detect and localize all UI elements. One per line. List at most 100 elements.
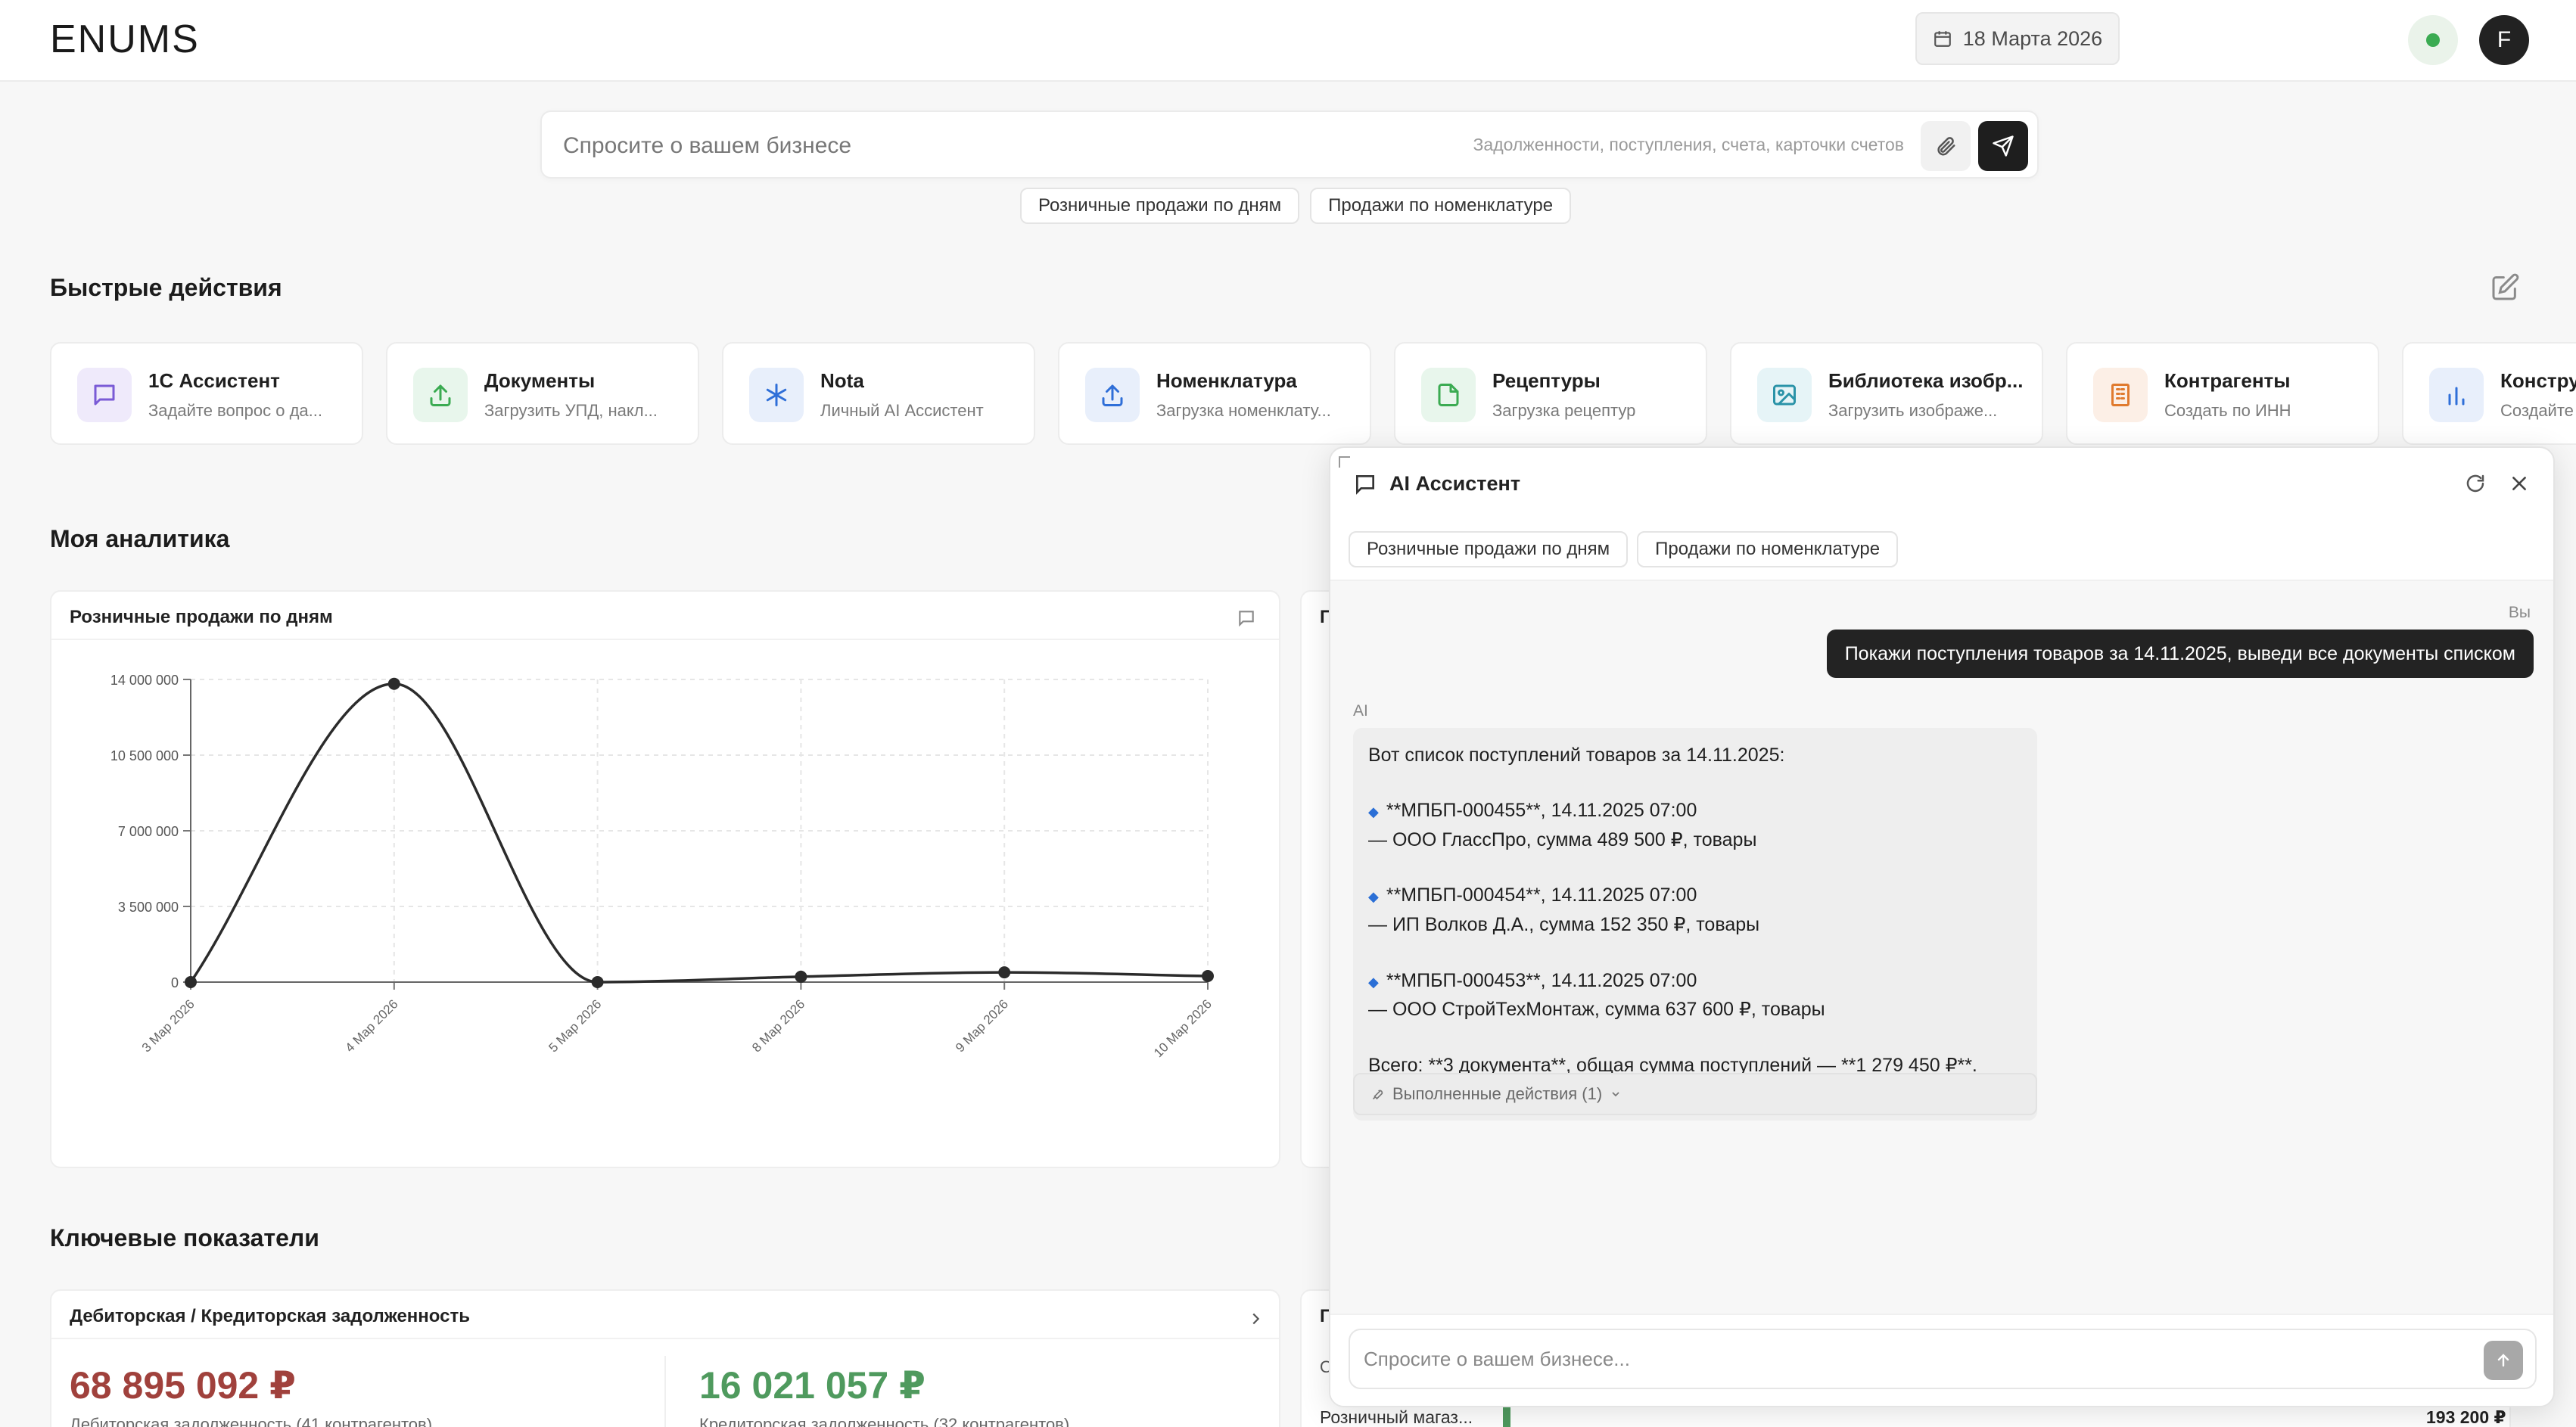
quick-action-subtitle: Личный AI Ассистент [820,401,984,420]
x-tick-label: 3 Мар 2026 [139,996,198,1055]
debt-card[interactable]: Дебиторская / Кредиторская задолженность… [50,1289,1280,1427]
quick-action-card[interactable]: Документы Загрузить УПД, накл... [386,342,699,445]
search-suggestions: Розничные продажи по дням Продажи по ном… [1020,188,1572,224]
quick-action-subtitle: Загрузка рецептур [1492,401,1636,420]
quick-action-title: 1С Ассистент [148,369,280,392]
kpi-title: Ключевые показатели [50,1224,319,1251]
top-bar: ENUMS 18 Марта 2026 F [0,0,2576,82]
quick-actions-row: 1С Ассистент Задайте вопрос о да... Докуме… [50,342,2576,445]
quick-action-icon-bg [1757,368,1812,422]
ai-suggestion-chip[interactable]: Розничные продажи по дням [1349,531,1629,567]
quick-action-title: Документы [484,369,596,392]
close-icon[interactable] [2509,474,2529,493]
ai-suggestions: Розничные продажи по дням Продажи по ном… [1349,531,1899,567]
chat-icon [1356,475,1374,495]
data-point [591,976,604,988]
arrow-up-icon [2497,1354,2509,1367]
quick-action-card[interactable]: Nota Личный AI Ассистент [722,342,1035,445]
quick-action-subtitle: Задайте вопрос о да... [148,401,322,420]
ai-message-line: ◆ **МПБП-000454**, 14.11.2025 07:00 [1368,881,2022,911]
chevron-right-icon[interactable] [1247,1310,1264,1327]
comment-icon[interactable] [1237,608,1256,628]
quick-action-title: Контрагенты [2164,369,2291,392]
ai-message-line [1368,854,2022,882]
ai-send-button[interactable] [2484,1341,2523,1380]
x-tick-label: 10 Мар 2026 [1151,996,1215,1060]
upload-icon [1102,384,1123,406]
divider [51,1338,1279,1339]
series-line [189,682,1209,984]
quick-action-card[interactable]: Контрагенты Создать по ИНН [2066,342,2379,445]
quick-action-subtitle: Создать по ИНН [2164,401,2291,420]
image-icon [1773,384,1796,406]
suggestion-chip[interactable]: Продажи по номенклатуре [1310,188,1572,224]
receivable-label: Дебиторская задолженность (41 контрагент… [70,1415,433,1427]
debt-card-title: Дебиторская / Кредиторская задолженность [70,1306,470,1326]
analytics-title: Моя аналитика [50,525,230,552]
ai-chat-input[interactable] [1364,1344,2423,1374]
avatar[interactable]: F [2479,15,2529,65]
ai-message-text: **МПБП-000454**, 14.11.2025 07:00 [1386,884,1697,906]
data-point [1202,970,1214,982]
quick-action-card[interactable]: 1С Ассистент Задайте вопрос о да... [50,342,363,445]
quick-actions-title: Быстрые действия [50,274,282,301]
attach-button[interactable] [1921,121,1971,171]
receivable-value: 68 895 092 ₽ [70,1364,296,1407]
store-row-label: Розничный магаз... [1320,1407,1473,1427]
ai-message-text: — ООО ГлассПро, сумма 489 500 ₽, товары [1368,829,1757,851]
ai-message-text: — ИП Волков Д.А., сумма 152 350 ₽, товар… [1368,914,1760,936]
store-row-value: 193 200 ₽ [2426,1407,2506,1427]
send-icon [1993,135,2014,157]
ai-message-line: — ИП Волков Д.А., сумма 152 350 ₽, товар… [1368,911,2022,939]
x-tick-label: 8 Мар 2026 [749,996,807,1055]
y-tick-label: 7 000 000 [118,824,179,839]
refresh-icon[interactable] [2464,472,2487,495]
app-logo[interactable]: ENUMS [50,14,200,65]
search-bar: Задолженности, поступления, счета, карто… [540,110,2039,179]
search-hint: Задолженности, поступления, счета, карто… [1473,135,1904,154]
upload-icon [430,384,451,406]
ai-label: AI [1353,702,1368,720]
date-picker-button[interactable]: 18 Марта 2026 [1915,12,2120,65]
search-input[interactable] [563,127,1395,165]
diamond-icon: ◆ [1368,974,1379,990]
document-icon [1438,384,1459,406]
wrench-icon [1373,1090,1383,1100]
status-dot-icon [2426,33,2440,47]
quick-action-card[interactable]: Библиотека изобр... Загрузить изображе... [1730,342,2043,445]
ai-message-line: ◆ **МПБП-000453**, 14.11.2025 07:00 [1368,967,2022,996]
y-tick-label: 14 000 000 [110,673,179,688]
quick-action-card[interactable]: Конструк Создайте [2402,342,2576,445]
quick-action-title: Библиотека изобр... [1828,369,2024,392]
chat-history[interactable]: Вы Покажи поступления товаров за 14.11.2… [1330,581,2553,1314]
ai-message-line: Вот список поступлений товаров за 14.11.… [1368,741,2022,769]
quick-action-icon-bg [2429,368,2484,422]
diamond-icon: ◆ [1368,889,1379,905]
quick-action-card[interactable]: Рецептуры Загрузка рецептур [1394,342,1707,445]
calendar-icon [1934,31,1951,47]
data-point [795,970,807,983]
chart-card-title: Розничные продажи по дням [70,607,333,627]
asterisk-icon [766,384,787,406]
edit-icon[interactable] [2490,272,2520,303]
x-tick-label: 5 Мар 2026 [546,996,604,1055]
send-button[interactable] [1978,121,2028,171]
ai-message-text: — ООО СтройТехМонтаж, сумма 637 600 ₽, т… [1368,999,1825,1021]
executed-actions-label: Выполненные действия (1) [1392,1084,1603,1103]
data-point [185,976,197,988]
user-message: Покажи поступления товаров за 14.11.2025… [1826,630,2534,678]
status-indicator[interactable] [2408,15,2458,65]
payable-label: Кредиторская задолженность (32 контраген… [699,1415,1070,1427]
suggestion-chip[interactable]: Розничные продажи по дням [1020,188,1300,224]
quick-action-subtitle: Создайте [2500,401,2574,420]
data-point [998,966,1011,979]
diamond-icon: ◆ [1368,804,1379,820]
quick-action-icon-bg [749,368,804,422]
executed-actions-toggle[interactable]: Выполненные действия (1) [1353,1073,2037,1115]
ai-message-line: — ООО СтройТехМонтаж, сумма 637 600 ₽, т… [1368,996,2022,1024]
quick-action-card[interactable]: Номенклатура Загрузка номенклату... [1058,342,1371,445]
ai-suggestion-chip[interactable]: Продажи по номенклатуре [1637,531,1899,567]
ai-message-line: ◆ **МПБП-000455**, 14.11.2025 07:00 [1368,797,2022,826]
quick-action-title: Конструк [2500,369,2576,392]
data-point [387,677,400,690]
